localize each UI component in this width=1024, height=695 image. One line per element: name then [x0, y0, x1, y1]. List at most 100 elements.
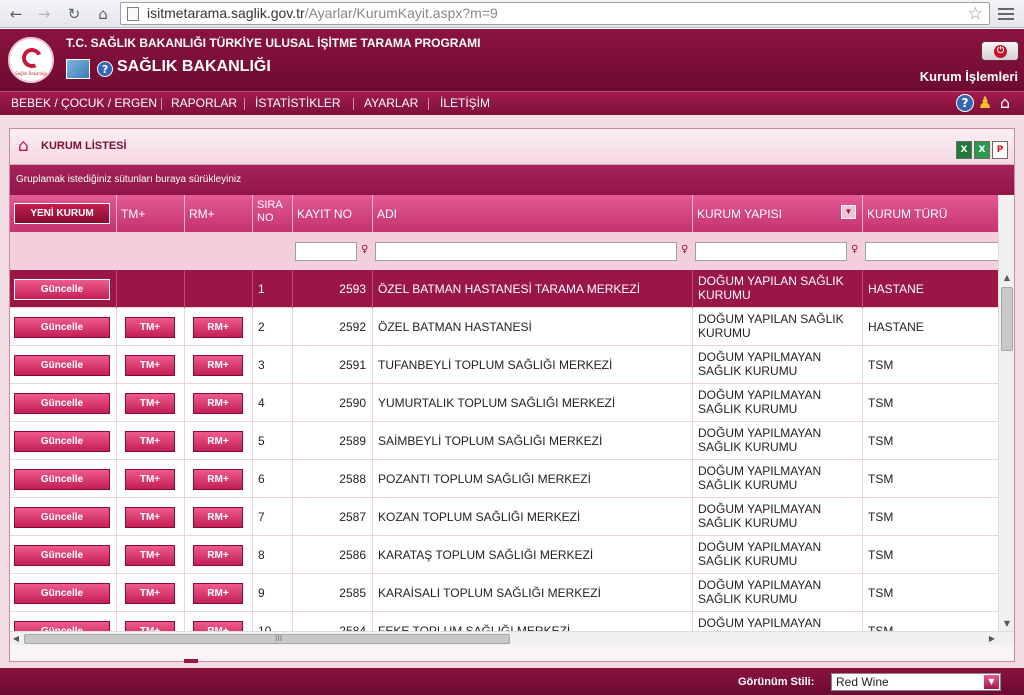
- update-button[interactable]: Güncelle: [14, 279, 110, 300]
- menu-iletisim[interactable]: İLETİŞİM: [440, 96, 490, 110]
- cell-adi: SAİMBEYLİ TOPLUM SAĞLIĞI MERKEZİ: [373, 422, 693, 460]
- filter-tur-input[interactable]: [865, 242, 998, 261]
- cell-kurum-turu: TSM: [868, 472, 894, 486]
- cell-kurum-turu: TSM: [868, 396, 894, 410]
- update-button[interactable]: Güncelle: [14, 545, 110, 566]
- rm-plus-button[interactable]: RM+: [193, 507, 243, 528]
- style-select[interactable]: Red Wine ▼: [831, 673, 1001, 691]
- table-row[interactable]: Güncelle TM+ RM+ 7 2587 KOZAN TOPLUM SAĞLIĞI …: [10, 498, 998, 536]
- tm-plus-button[interactable]: TM+: [125, 507, 175, 528]
- forward-icon[interactable]: →: [34, 4, 54, 24]
- excel-export-icon[interactable]: X: [956, 141, 972, 159]
- cell-sira: 9: [253, 574, 293, 612]
- cell-adi: ÖZEL BATMAN HASTANESİ: [373, 308, 693, 346]
- rm-plus-button[interactable]: RM+: [193, 393, 243, 414]
- rm-plus-button[interactable]: RM+: [193, 355, 243, 376]
- tm-plus-button[interactable]: TM+: [125, 545, 175, 566]
- grid-header: YENİ KURUM TM+ RM+ SIRA NO KAYIT NO ADI K…: [10, 195, 998, 232]
- filter-dropdown-icon[interactable]: ▼: [841, 205, 856, 219]
- rm-plus-button[interactable]: RM+: [193, 469, 243, 490]
- cell-sira: 3: [253, 346, 293, 384]
- logout-button[interactable]: ⏻: [981, 41, 1019, 61]
- cell-sira: 5: [253, 422, 293, 460]
- update-button[interactable]: Güncelle: [14, 621, 110, 631]
- table-row[interactable]: Güncelle TM+ RM+ 8 2586 KARATAŞ TOPLUM SAĞLIĞ…: [10, 536, 998, 574]
- table-row[interactable]: Güncelle TM+ RM+ 4 2590 YUMURTALIK TOPLUM SAĞ…: [10, 384, 998, 422]
- update-button[interactable]: Güncelle: [14, 583, 110, 604]
- ministry-logo: Sağlık Bakanlığı: [8, 37, 54, 83]
- filter-adi-input[interactable]: [375, 242, 677, 261]
- table-row[interactable]: Güncelle TM+ RM+ 6 2588 POZANTI TOPLUM SAĞLIĞ…: [10, 460, 998, 498]
- cell-kayit-no: 2591: [293, 346, 373, 384]
- update-button[interactable]: Güncelle: [14, 317, 110, 338]
- rm-plus-button[interactable]: RM+: [193, 431, 243, 452]
- col-sira-no[interactable]: SIRA NO: [253, 195, 293, 232]
- horizontal-scrollbar[interactable]: ◀ III ▶: [10, 631, 1014, 645]
- new-kurum-button[interactable]: YENİ KURUM: [14, 203, 110, 224]
- cell-kayit-no: 2589: [293, 422, 373, 460]
- pdf-export-icon[interactable]: P: [992, 141, 1008, 159]
- filter-kayit-no-input[interactable]: [295, 242, 357, 261]
- app-header: Sağlık Bakanlığı T.C. SAĞLIK BAKANLIĞI T…: [0, 29, 1024, 91]
- col-rm[interactable]: RM+: [185, 195, 253, 232]
- cell-kurum-yapisi: DOĞUM YAPILMAYAN SAĞLIK KURUMU: [693, 536, 863, 574]
- reload-icon[interactable]: ↻: [64, 4, 84, 24]
- table-row[interactable]: Güncelle TM+ RM+ 9 2585 KARAİSALI TOPLUM SAĞL…: [10, 574, 998, 612]
- table-row[interactable]: Güncelle TM+ RM+ 3 2591 TUFANBEYLİ TOPLUM SAĞ…: [10, 346, 998, 384]
- home-icon[interactable]: ⌂: [93, 4, 113, 24]
- home-icon[interactable]: ⌂: [996, 94, 1014, 112]
- power-icon: ⏻: [994, 45, 1007, 58]
- col-tm[interactable]: TM+: [117, 195, 185, 232]
- rm-plus-button[interactable]: RM+: [193, 621, 243, 631]
- rm-plus-button[interactable]: RM+: [193, 317, 243, 338]
- cell-kurum-yapisi: DOĞUM YAPILMAYAN SAĞLIK KURUMU: [693, 460, 863, 498]
- col-kurum-turu[interactable]: KURUM TÜRÜ: [863, 195, 998, 232]
- table-row[interactable]: Güncelle TM+ RM+ 5 2589 SAİMBEYLİ TOPLUM SAĞL…: [10, 422, 998, 460]
- tm-plus-button[interactable]: TM+: [125, 621, 175, 631]
- update-button[interactable]: Güncelle: [14, 469, 110, 490]
- cell-sira: 10: [253, 612, 293, 631]
- help-icon[interactable]: ?: [956, 94, 974, 112]
- cell-kayit-no: 2584: [293, 612, 373, 631]
- tm-plus-button[interactable]: TM+: [125, 393, 175, 414]
- tm-plus-button[interactable]: TM+: [125, 583, 175, 604]
- chevron-down-icon[interactable]: ▼: [984, 675, 999, 689]
- tm-plus-button[interactable]: TM+: [125, 431, 175, 452]
- filter-icon[interactable]: ♀: [851, 244, 861, 258]
- browser-menu-icon[interactable]: [996, 5, 1016, 23]
- update-button[interactable]: Güncelle: [14, 393, 110, 414]
- tm-plus-button[interactable]: TM+: [125, 355, 175, 376]
- rm-plus-button[interactable]: RM+: [193, 545, 243, 566]
- filter-icon[interactable]: ♀: [681, 244, 691, 258]
- excel-xlsx-export-icon[interactable]: X: [974, 141, 990, 159]
- tm-plus-button[interactable]: TM+: [125, 469, 175, 490]
- help-icon[interactable]: ?: [97, 60, 114, 77]
- update-button[interactable]: Güncelle: [14, 355, 110, 376]
- footer: Görünüm Stili: Red Wine ▼: [0, 668, 1024, 695]
- address-bar[interactable]: isitmetarama.saglik.gov.tr/Ayarlar/Kurum…: [120, 2, 990, 25]
- menu-istatistikler[interactable]: İSTATİSTİKLER: [255, 96, 341, 110]
- menu-ayarlar[interactable]: AYARLAR: [364, 96, 418, 110]
- update-button[interactable]: Güncelle: [14, 431, 110, 452]
- bookmark-star-icon[interactable]: ☆: [968, 4, 983, 24]
- table-row[interactable]: Güncelle TM+ RM+ 2 2592 ÖZEL BATMAN HASTANESİ…: [10, 308, 998, 346]
- col-kayit-no[interactable]: KAYIT NO: [293, 195, 373, 232]
- menu-raporlar[interactable]: RAPORLAR: [171, 96, 237, 110]
- filter-yapi-input[interactable]: [695, 242, 847, 261]
- col-adi[interactable]: ADI: [373, 195, 693, 232]
- cell-kurum-turu: HASTANE: [868, 320, 924, 334]
- col-kurum-yapisi[interactable]: KURUM YAPISI ▼: [693, 195, 863, 232]
- user-icon[interactable]: ♟: [976, 94, 994, 112]
- table-row[interactable]: Güncelle 1 2593 ÖZEL BATMAN HASTANESİ TARAM…: [10, 270, 998, 308]
- filter-icon[interactable]: ♀: [361, 244, 371, 258]
- back-icon[interactable]: ←: [6, 4, 26, 24]
- group-drop-area[interactable]: Gruplamak istediğiniz sütunları buraya s…: [10, 165, 1014, 195]
- vertical-scrollbar[interactable]: ▲ ▼: [998, 195, 1014, 631]
- cell-adi: TUFANBEYLİ TOPLUM SAĞLIĞI MERKEZİ: [373, 346, 693, 384]
- update-button[interactable]: Güncelle: [14, 507, 110, 528]
- table-row[interactable]: Güncelle TM+ RM+ 102584FEKE TOPLUM SAĞLIĞI …: [10, 612, 998, 631]
- tm-plus-button[interactable]: TM+: [125, 317, 175, 338]
- menu-bebek[interactable]: BEBEK / ÇOCUK / ERGEN: [11, 96, 157, 110]
- group-hint: Gruplamak istediğiniz sütunları buraya s…: [16, 174, 242, 185]
- rm-plus-button[interactable]: RM+: [193, 583, 243, 604]
